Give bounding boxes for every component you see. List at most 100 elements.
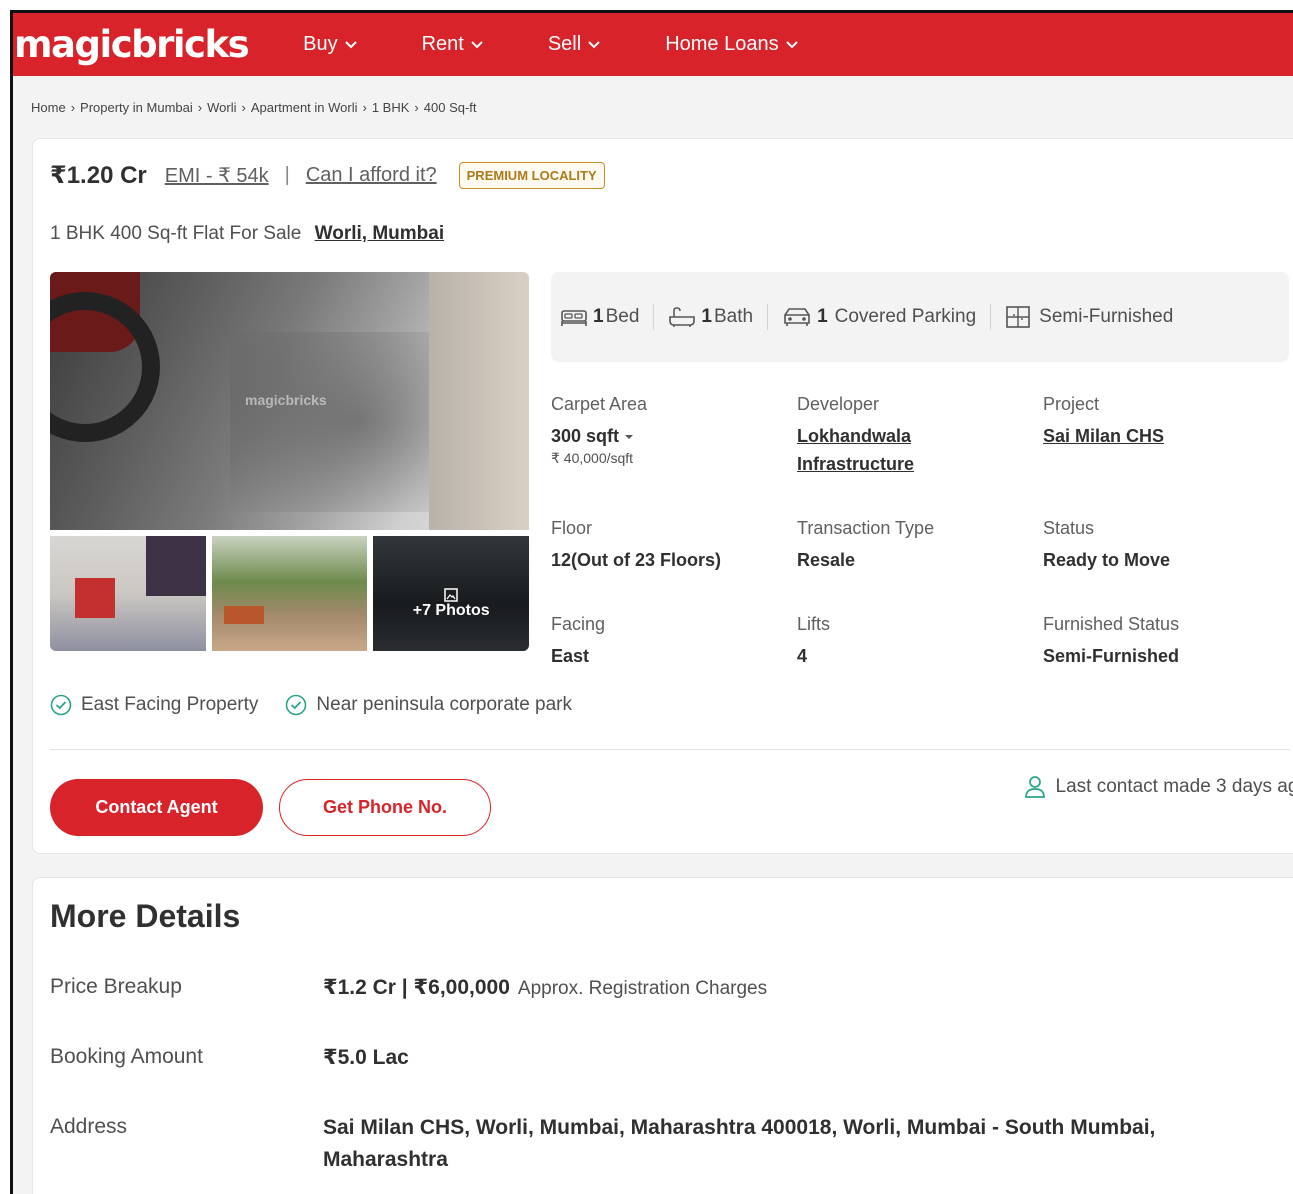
get-phone-button[interactable]: Get Phone No. bbox=[279, 779, 491, 836]
registration-note: Approx. Registration Charges bbox=[517, 978, 768, 999]
car-icon bbox=[784, 308, 810, 326]
property-price: ₹1.20 Cr bbox=[50, 162, 147, 189]
property-features: East Facing Property Near peninsula corp… bbox=[50, 694, 599, 716]
detail-furnished-status: Furnished Status Semi-Furnished bbox=[1043, 614, 1283, 670]
afford-link[interactable]: Can I afford it? bbox=[306, 164, 437, 187]
detail-label: Carpet Area bbox=[551, 394, 648, 414]
spec-divider bbox=[653, 304, 655, 330]
booking-amount-value: ₹5.0 Lac bbox=[323, 1046, 409, 1069]
carpet-area-value[interactable]: 300 sqft bbox=[551, 422, 791, 450]
address-value: Sai Milan CHS, Worli, Mumbai, Maharashtr… bbox=[323, 1116, 1156, 1171]
spec-divider bbox=[767, 304, 769, 330]
chevron-down-icon bbox=[344, 40, 357, 48]
magicbricks-logo[interactable]: magicbricks bbox=[14, 26, 250, 63]
bath-count: 1 bbox=[701, 306, 712, 327]
price-breakup-label: Price Breakup bbox=[50, 975, 182, 998]
nav-buy-label: Buy bbox=[303, 33, 338, 55]
spec-bed: 1 Bed bbox=[560, 306, 639, 328]
breadcrumb-separator: › bbox=[70, 99, 76, 115]
spec-furnishing: Semi-Furnished bbox=[1005, 305, 1173, 329]
detail-status: Status Ready to Move bbox=[1043, 518, 1283, 574]
breadcrumb-separator: › bbox=[414, 99, 419, 115]
photo-thumbnails: +7 Photos bbox=[50, 536, 530, 651]
detail-label: Furnished Status bbox=[1043, 614, 1180, 634]
detail-label: Floor bbox=[551, 518, 593, 538]
furnishing-label: Semi-Furnished bbox=[1039, 306, 1174, 327]
lifts-value: 4 bbox=[797, 646, 808, 666]
nav-home-loans[interactable]: Home Loans bbox=[665, 33, 798, 56]
thumbnail-photo[interactable] bbox=[50, 536, 206, 651]
breadcrumb-property-in-mumbai[interactable]: Property in Mumbai bbox=[80, 100, 193, 115]
check-circle-icon bbox=[286, 694, 307, 716]
detail-label: Status bbox=[1043, 518, 1095, 538]
check-circle-icon bbox=[50, 694, 72, 716]
detail-carpet-area: Carpet Area 300 sqft ₹ 40,000/sqft bbox=[551, 394, 791, 467]
price-breakup-row: Price Breakup ₹1.2 Cr | ₹6,00,000 Approx.… bbox=[50, 975, 1203, 1005]
detail-label: Facing bbox=[551, 614, 606, 634]
card-divider bbox=[50, 749, 1290, 750]
thumbnail-photo[interactable] bbox=[211, 536, 368, 651]
contact-agent-button[interactable]: Contact Agent bbox=[50, 779, 263, 836]
detail-label: Developer bbox=[797, 394, 880, 414]
more-details-title: More Details bbox=[50, 898, 241, 934]
nav-rent[interactable]: Rent bbox=[422, 33, 484, 56]
spec-parking: 1 Covered Parking bbox=[782, 306, 976, 328]
price-per-sqft: ₹ 40,000/sqft bbox=[551, 450, 634, 466]
location-link[interactable]: Worli, Mumbai bbox=[315, 223, 444, 244]
furnishing-icon bbox=[1006, 306, 1030, 328]
nav-home-loans-label: Home Loans bbox=[665, 33, 779, 55]
bathtub-icon bbox=[669, 307, 696, 327]
caret-down-icon bbox=[625, 435, 634, 440]
browser-viewport: magicbricks Buy Rent Sell Home Loans Hom… bbox=[10, 10, 1293, 1194]
more-photos-thumbnail[interactable]: +7 Photos bbox=[373, 536, 530, 651]
nav-buy[interactable]: Buy bbox=[303, 33, 357, 56]
bed-label: Bed bbox=[605, 306, 640, 327]
breadcrumb-apartment-in-worli[interactable]: Apartment in Worli bbox=[251, 100, 358, 115]
more-photos-label: +7 Photos bbox=[412, 601, 490, 619]
detail-facing: Facing East bbox=[551, 614, 791, 670]
photo-watermark: magicbricks bbox=[245, 392, 327, 408]
breadcrumb-separator: › bbox=[362, 99, 367, 115]
photo-gallery: magicbricks +7 Photos bbox=[50, 272, 530, 651]
breadcrumb-1bhk[interactable]: 1 BHK bbox=[372, 100, 410, 115]
premium-locality-badge: PREMIUM LOCALITY bbox=[458, 162, 605, 189]
more-details-card: More Details Price Breakup ₹1.2 Cr | ₹6,… bbox=[32, 877, 1293, 1194]
parking-count: 1 bbox=[817, 306, 828, 327]
breadcrumb-home[interactable]: Home bbox=[31, 100, 66, 115]
address-row: Address Sai Milan CHS, Worli, Mumbai, Ma… bbox=[50, 1115, 1203, 1176]
price-row: ₹1.20 Cr EMI - ₹ 54k | Can I afford it? … bbox=[50, 161, 605, 190]
project-link[interactable]: Sai Milan CHS bbox=[1043, 422, 1283, 450]
user-icon bbox=[1024, 776, 1045, 798]
listing-title: 1 BHK 400 Sq-ft Flat For Sale Worli, Mum… bbox=[50, 223, 444, 245]
nav-sell[interactable]: Sell bbox=[548, 33, 601, 56]
detail-transaction-type: Transaction Type Resale bbox=[797, 518, 1037, 574]
furnished-status-value: Semi-Furnished bbox=[1043, 646, 1180, 666]
listing-title-text: 1 BHK 400 Sq-ft Flat For Sale bbox=[50, 223, 302, 244]
breadcrumb-separator: › bbox=[241, 99, 246, 115]
detail-label: Lifts bbox=[797, 614, 831, 634]
detail-developer: Developer Lokhandwala Infrastructure bbox=[797, 394, 1037, 478]
breadcrumb-400-sqft: 400 Sq-ft bbox=[423, 99, 477, 115]
parking-label: Covered Parking bbox=[834, 306, 977, 327]
price-breakup-value: ₹1.2 Cr | ₹6,00,000 Approx. Registration … bbox=[323, 976, 768, 999]
main-photo[interactable]: magicbricks bbox=[50, 272, 529, 530]
top-nav-bar: magicbricks Buy Rent Sell Home Loans bbox=[13, 13, 1293, 76]
breadcrumb-worli[interactable]: Worli bbox=[207, 100, 236, 115]
feature-label: Near peninsula corporate park bbox=[316, 694, 573, 715]
chevron-down-icon bbox=[785, 40, 798, 48]
feature-item: Near peninsula corporate park bbox=[285, 694, 572, 716]
bath-label: Bath bbox=[713, 306, 754, 327]
facing-value: East bbox=[551, 646, 590, 666]
detail-lifts: Lifts 4 bbox=[797, 614, 1037, 670]
address-label: Address bbox=[50, 1115, 128, 1138]
chevron-down-icon bbox=[588, 40, 600, 48]
emi-link[interactable]: EMI - ₹ 54k bbox=[165, 163, 269, 188]
detail-label: Transaction Type bbox=[797, 518, 935, 538]
pipe-divider: | bbox=[284, 164, 290, 186]
booking-amount-row: Booking Amount ₹5.0 Lac bbox=[50, 1045, 1203, 1074]
feature-label: East Facing Property bbox=[81, 694, 259, 715]
breadcrumb-separator: › bbox=[197, 99, 203, 115]
chevron-down-icon bbox=[471, 40, 483, 48]
spec-divider bbox=[990, 304, 992, 330]
developer-link[interactable]: Lokhandwala Infrastructure bbox=[797, 422, 977, 478]
